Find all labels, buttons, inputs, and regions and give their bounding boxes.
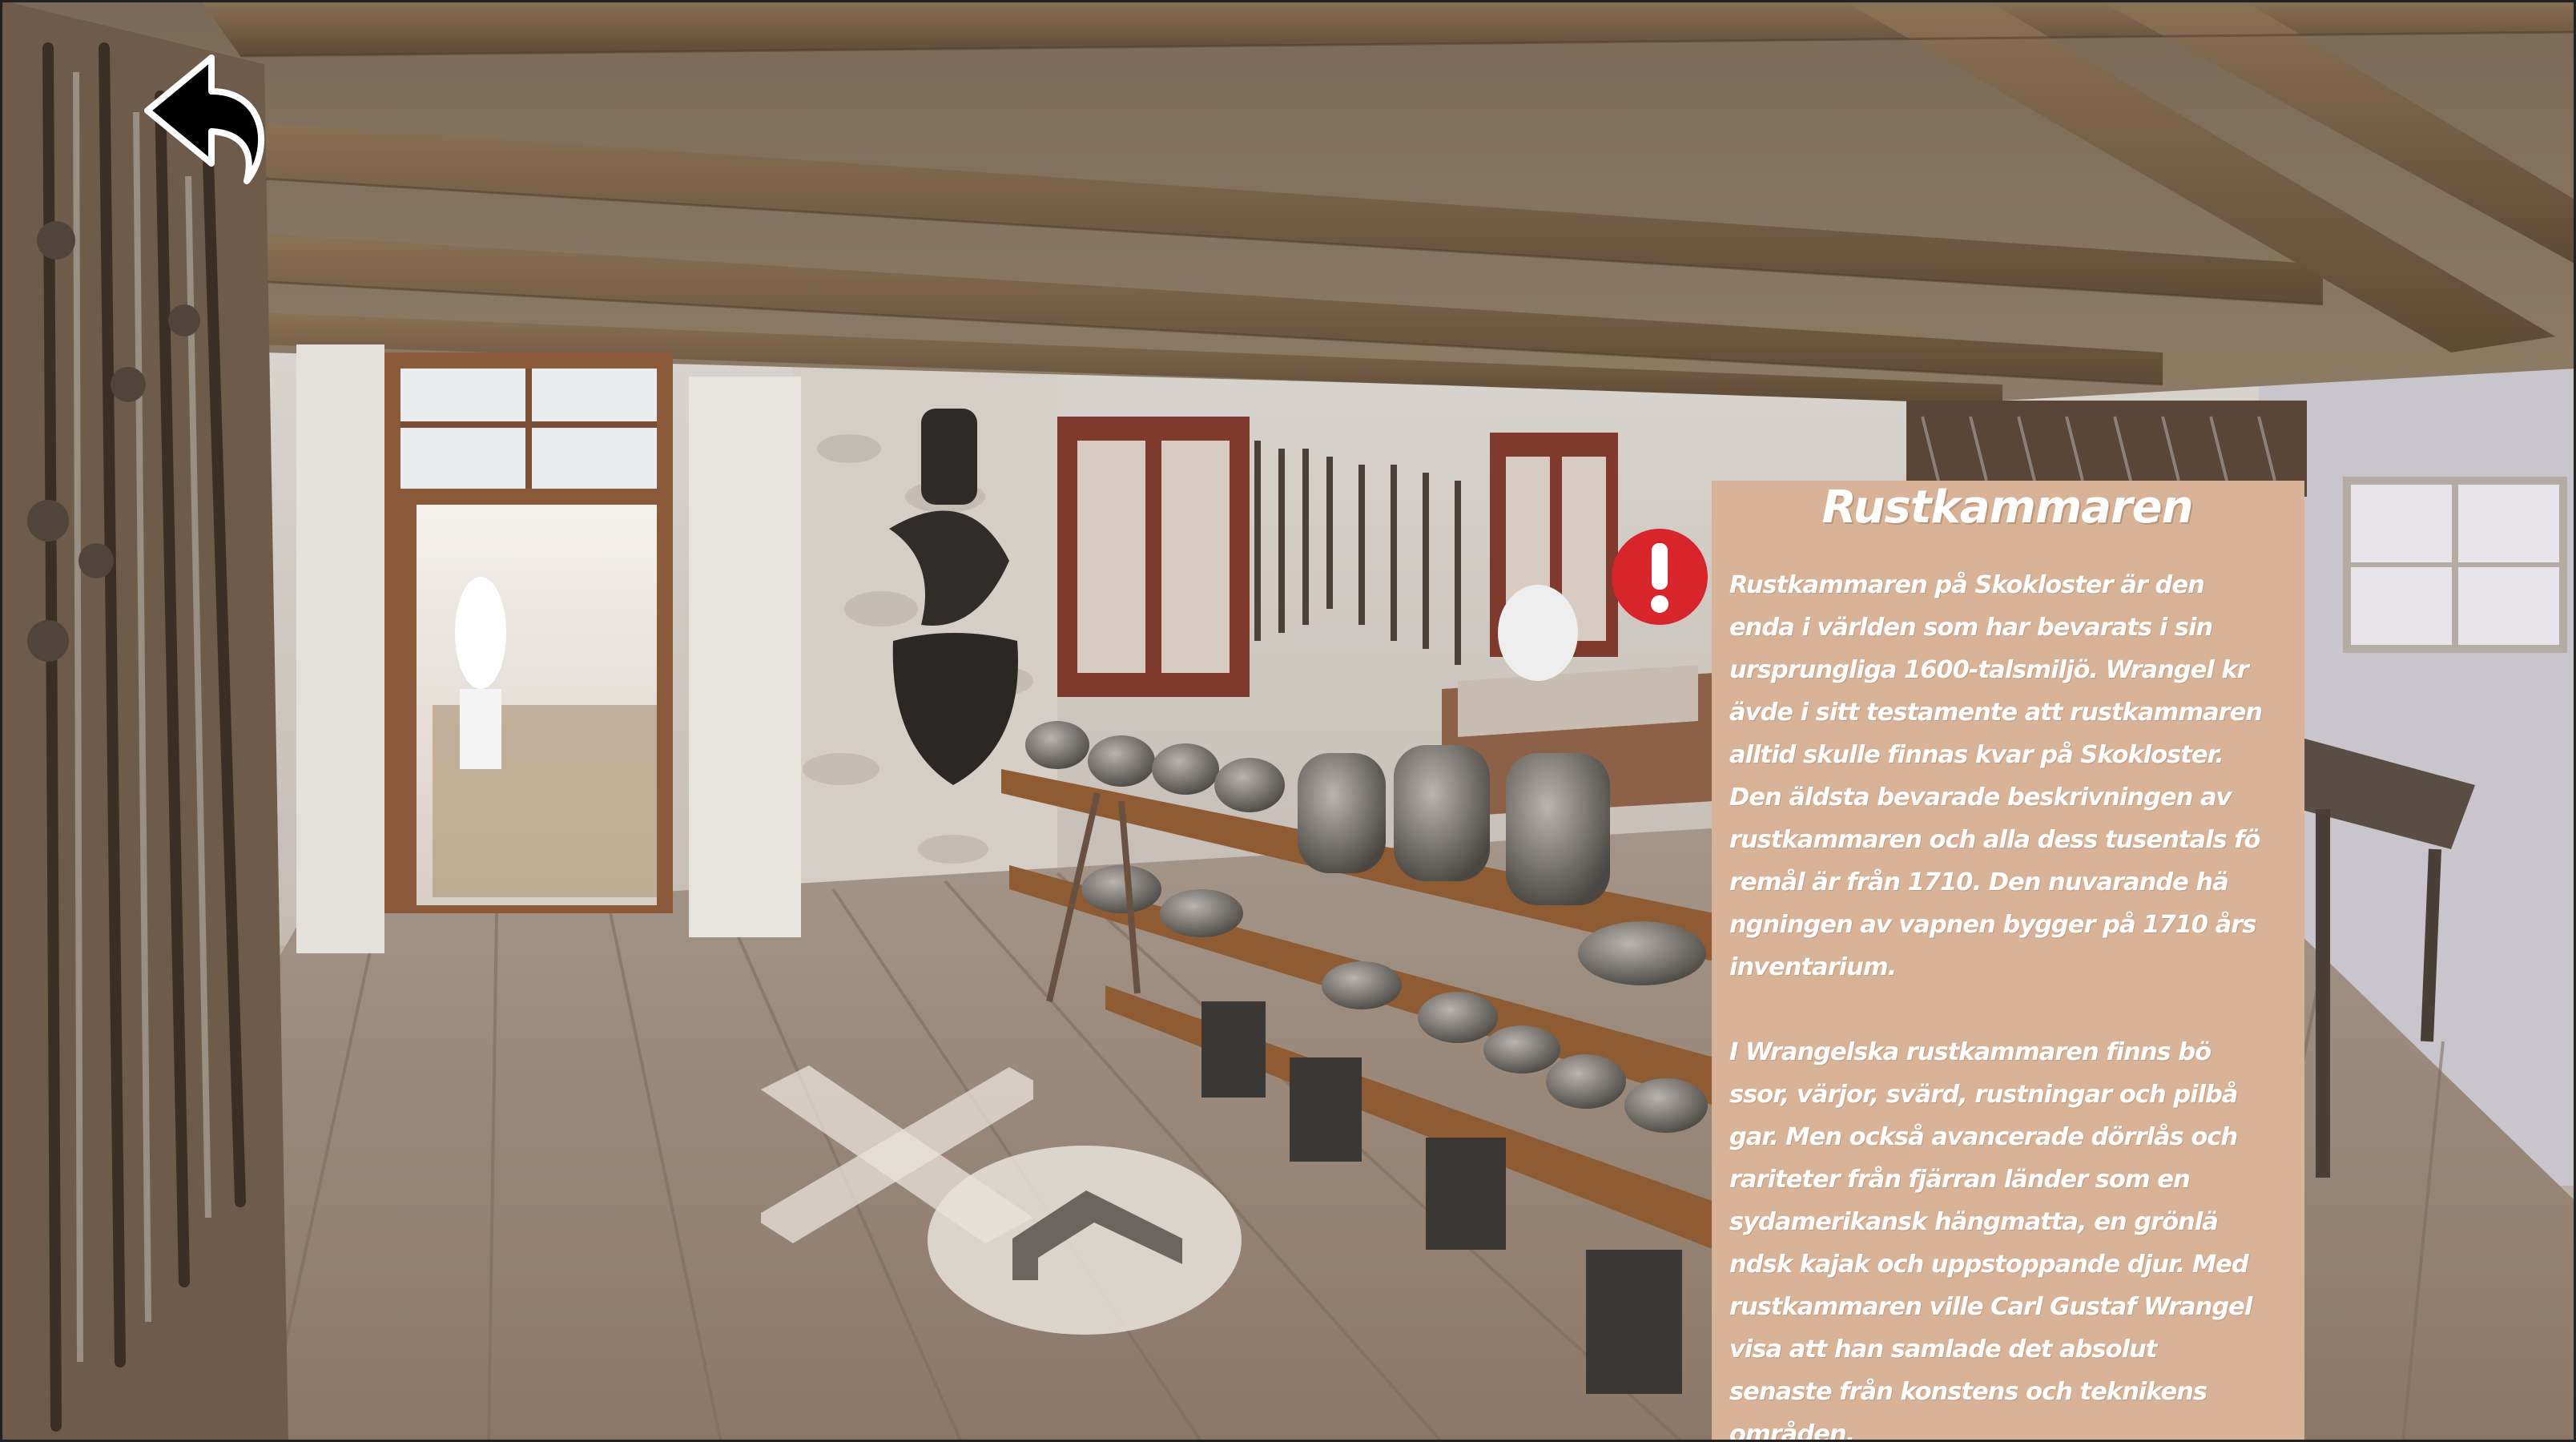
info-panel-paragraph: Rustkammaren på Skokloster är den enda i… <box>1729 571 2263 981</box>
exclamation-icon <box>1612 529 1708 625</box>
navigate-forward-button[interactable] <box>926 1144 1243 1336</box>
info-panel-title: Rustkammaren <box>1821 481 2193 534</box>
info-panel-paragraph: I Wrangelska rustkammaren finns bö ssor,… <box>1729 1038 2252 1442</box>
chevron-up-icon <box>928 1146 1242 1335</box>
info-panel: Rustkammaren Rustkammaren på Skokloster … <box>1712 481 2304 1442</box>
info-hotspot-button[interactable] <box>1610 527 1709 626</box>
back-button[interactable] <box>138 45 266 205</box>
undo-arrow-icon <box>144 54 265 184</box>
